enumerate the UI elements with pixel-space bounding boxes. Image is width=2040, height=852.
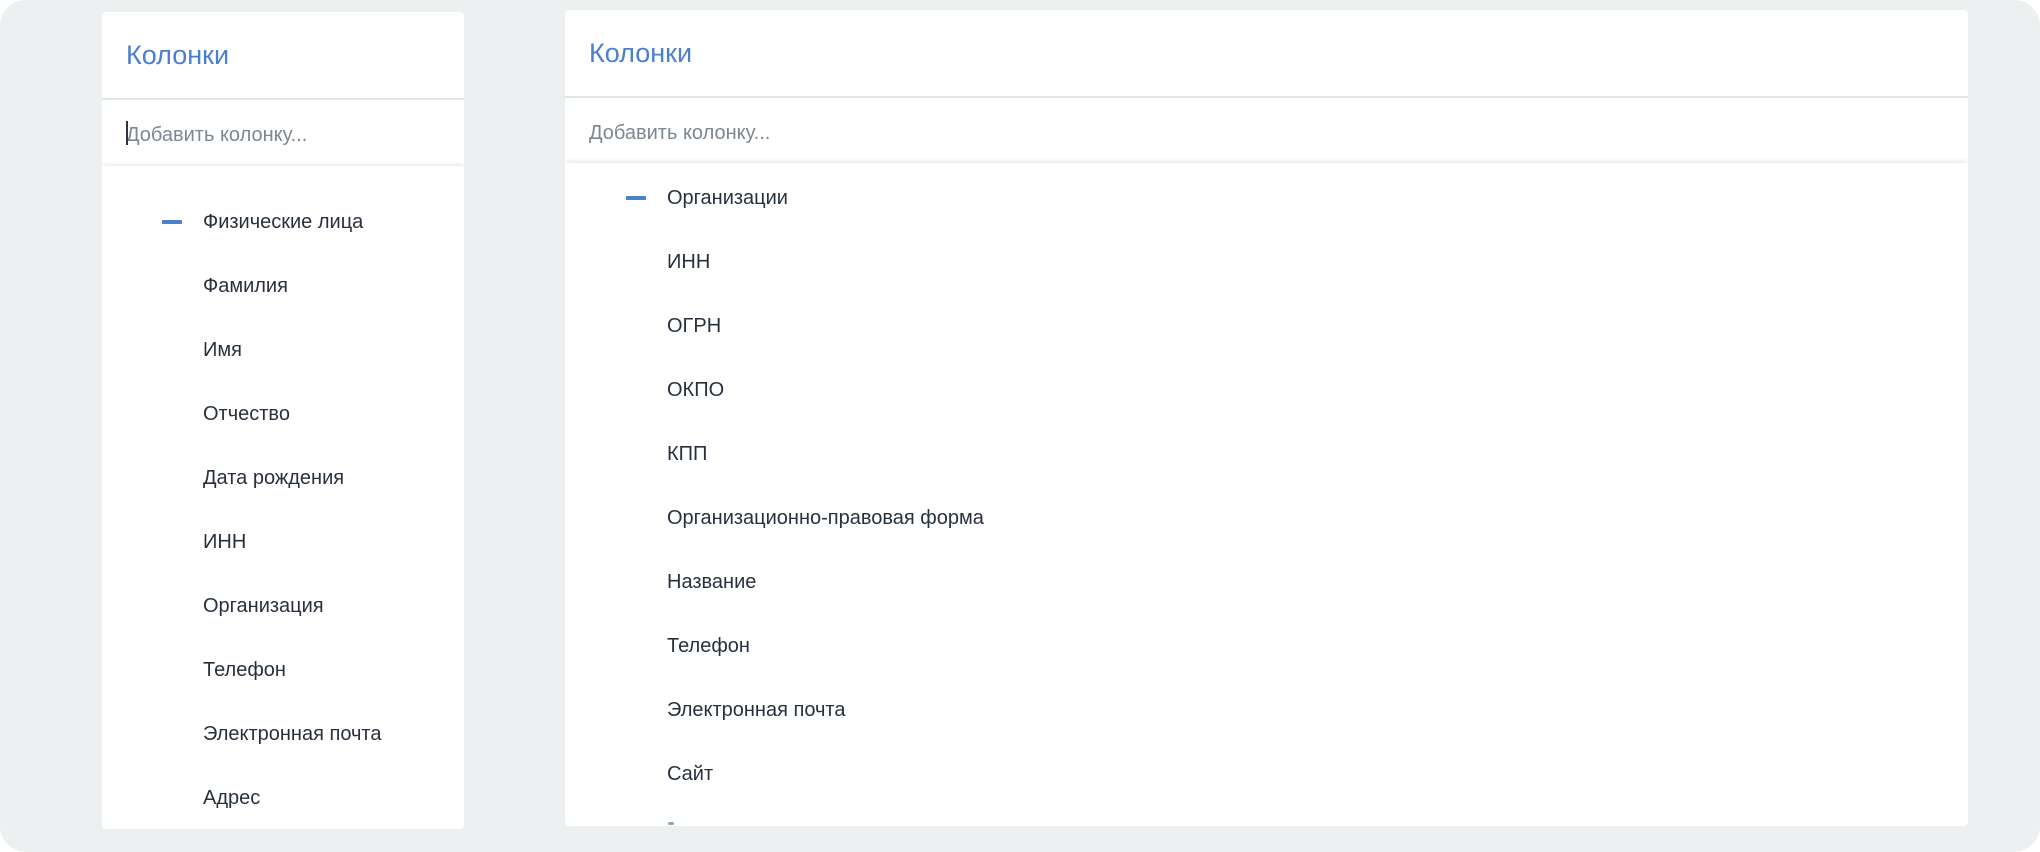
panel-header: Колонки [102,12,464,100]
column-option[interactable]: Телефон [102,638,464,702]
column-option-label: КПП [667,443,708,465]
group-label: Организации [667,187,788,209]
column-option-label: Имя [203,339,242,361]
column-option-label: ИНН [667,251,711,273]
column-option-label: ОКПО [667,379,725,401]
column-option-label: Телефон [667,635,750,657]
column-option[interactable]: Отчество [102,382,464,446]
column-option[interactable]: ОКПО [565,359,1968,423]
column-option[interactable]: КПП [565,423,1968,487]
add-column-search-row [565,98,1968,170]
add-column-search-row [102,100,464,172]
column-option-label: Организационно-правовая форма [667,507,984,529]
column-option-label: Сайт [667,763,714,785]
column-option[interactable]: Фамилия [102,254,464,318]
column-option-label: Дата рождения [203,467,345,489]
column-option-label: ОГРН [667,315,722,337]
column-option[interactable]: ОГРН [565,295,1968,359]
screen-background: Колонки Физические лица Фамилия Имя Отче… [0,0,2040,852]
column-option-label: Электронная почта [203,723,382,745]
column-option-label: Отчество [203,403,290,425]
group-row-individuals[interactable]: Физические лица [102,190,464,254]
group-row-organizations[interactable]: Организации [565,167,1968,231]
column-dropdown-list: Физические лица Фамилия Имя Отчество Дат… [102,166,464,829]
column-option-label: ИНН [203,531,247,553]
collapse-minus-icon[interactable] [162,220,182,224]
panel-title: Колонки [126,40,230,70]
column-option[interactable]: Адрес [102,766,464,829]
columns-panel-organizations: Колонки Организации ИНН ОГРН ОКПО КПП О [565,10,1968,826]
column-dropdown-list: Организации ИНН ОГРН ОКПО КПП Организаци… [565,163,1968,826]
column-option[interactable]: Имя [102,318,464,382]
panel-header: Колонки [565,10,1968,98]
panel-title: Колонки [589,38,693,68]
column-option-label: Адрес [203,787,261,809]
add-column-input[interactable] [126,116,440,154]
column-option[interactable]: Электронная почта [565,679,1968,743]
column-option-label: Электронная почта [667,699,846,721]
column-option[interactable]: ИНН [102,510,464,574]
column-option[interactable]: ИНН [565,231,1968,295]
column-option[interactable]: Дата рождения [102,446,464,510]
column-option-label: Организация [203,595,324,617]
next-option-cutoff [668,822,674,825]
columns-panel-individuals: Колонки Физические лица Фамилия Имя Отче… [102,12,464,829]
column-option[interactable]: Сайт [565,743,1968,807]
column-option-label: Телефон [203,659,286,681]
column-option-label: Фамилия [203,275,288,297]
group-label: Физические лица [203,211,364,233]
column-option[interactable]: Телефон [565,615,1968,679]
column-option[interactable]: Организация [102,574,464,638]
column-option[interactable]: Название [565,551,1968,615]
column-option[interactable]: Электронная почта [102,702,464,766]
text-caret [126,121,128,145]
column-option[interactable]: Организационно-правовая форма [565,487,1968,551]
column-option-label: Название [667,571,757,593]
collapse-minus-icon[interactable] [626,196,646,200]
add-column-input[interactable] [589,114,1944,152]
